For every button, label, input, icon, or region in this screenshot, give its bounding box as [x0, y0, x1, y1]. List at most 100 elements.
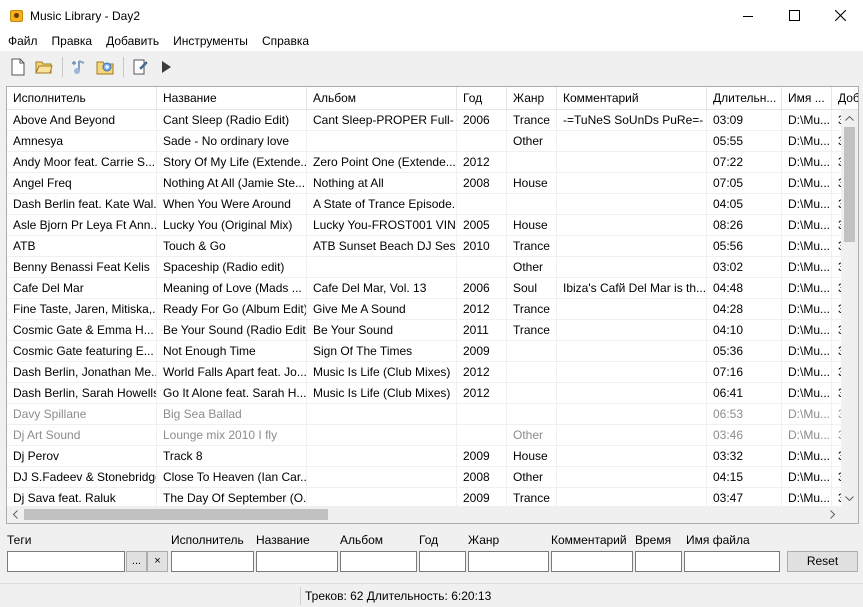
table-row[interactable]: Cafe Del Mar Meaning of Love (Mads ... Caf…	[7, 278, 858, 299]
cell-comment: Ibiza's Cafй Del Mar is th...	[557, 278, 707, 299]
table-row[interactable]: Fine Taste, Jaren, Mitiska,... Ready For …	[7, 299, 858, 320]
edit-tags-button[interactable]	[128, 55, 152, 79]
minimize-button[interactable]	[725, 0, 771, 31]
close-button[interactable]	[817, 0, 863, 31]
maximize-button[interactable]	[771, 0, 817, 31]
table-row[interactable]: Amnesya Sade - No ordinary love Other 05:55…	[7, 131, 858, 152]
menu-edit[interactable]: Правка	[45, 31, 100, 51]
cell-comment	[557, 131, 707, 152]
table-row[interactable]: ATB Touch & Go ATB Sunset Beach DJ Sess...…	[7, 236, 858, 257]
table-row[interactable]: Andy Moor feat. Carrie S... Story Of My L…	[7, 152, 858, 173]
vertical-scrollbar[interactable]	[841, 110, 858, 507]
cell-filename: D:\Mu...	[782, 341, 832, 362]
table-row[interactable]: Benny Benassi Feat Kelis Spaceship (Radio…	[7, 257, 858, 278]
col-added[interactable]: Доб	[832, 87, 858, 110]
table-row[interactable]: DJ S.Fadeev & Stonebridge Close To Heaven…	[7, 467, 858, 488]
cell-artist: Fine Taste, Jaren, Mitiska,...	[7, 299, 157, 320]
cell-title: Track 8	[157, 446, 307, 467]
cell-duration: 03:46	[707, 425, 782, 446]
cell-genre: Trance	[507, 299, 557, 320]
table-row[interactable]: Davy Spillane Big Sea Ballad 06:53 D:\Mu...…	[7, 404, 858, 425]
cell-title: World Falls Apart feat. Jo...	[157, 362, 307, 383]
col-duration[interactable]: Длительн...	[707, 87, 782, 110]
table-row[interactable]: Above And Beyond Cant Sleep (Radio Edit) C…	[7, 110, 858, 131]
title-filter-input[interactable]	[256, 551, 338, 572]
cell-comment	[557, 320, 707, 341]
cell-genre: Trance	[507, 320, 557, 341]
cell-filename: D:\Mu...	[782, 278, 832, 299]
comment-filter-input[interactable]	[551, 551, 633, 572]
cell-title: Story Of My Life (Extende...	[157, 152, 307, 173]
table-row[interactable]: Dash Berlin, Jonathan Me... World Falls A…	[7, 362, 858, 383]
vertical-scroll-thumb[interactable]	[844, 127, 855, 242]
grid-header: Исполнитель Название Альбом Год Жанр Ком…	[7, 87, 858, 110]
cell-year: 2009	[457, 341, 507, 362]
tags-input[interactable]	[7, 551, 125, 572]
cell-genre: Other	[507, 425, 557, 446]
cell-year: 2012	[457, 152, 507, 173]
window-title: Music Library - Day2	[30, 8, 141, 23]
title-filter-label: Название	[256, 533, 310, 547]
col-comment[interactable]: Комментарий	[557, 87, 707, 110]
play-button[interactable]	[154, 55, 178, 79]
open-folder-icon	[35, 61, 53, 73]
col-artist[interactable]: Исполнитель	[7, 87, 157, 110]
col-title[interactable]: Название	[157, 87, 307, 110]
col-album[interactable]: Альбом	[307, 87, 457, 110]
add-folder-button[interactable]	[93, 55, 117, 79]
cell-genre: Trance	[507, 236, 557, 257]
menu-help[interactable]: Справка	[255, 31, 316, 51]
cell-genre: House	[507, 446, 557, 467]
cell-album: A State of Trance Episode...	[307, 194, 457, 215]
album-filter-input[interactable]	[340, 551, 417, 572]
table-row[interactable]: Dj Art Sound Lounge mix 2010 I fly Other 03…	[7, 425, 858, 446]
new-file-icon	[11, 58, 25, 75]
cell-genre	[507, 194, 557, 215]
music-note-icon	[9, 9, 23, 23]
cell-year: 2008	[457, 467, 507, 488]
add-track-button[interactable]	[67, 55, 91, 79]
tags-browse-button[interactable]: ...	[126, 551, 147, 572]
artist-filter-input[interactable]	[171, 551, 254, 572]
scroll-up-arrow-icon[interactable]	[841, 110, 858, 127]
cell-album: Zero Point One (Extende...	[307, 152, 457, 173]
cell-genre: Trance	[507, 110, 557, 131]
col-genre[interactable]: Жанр	[507, 87, 557, 110]
scroll-left-arrow-icon[interactable]	[7, 506, 24, 523]
reset-button[interactable]: Reset	[787, 551, 858, 572]
cell-artist: Above And Beyond	[7, 110, 157, 131]
menu-file[interactable]: Файл	[0, 31, 45, 51]
tags-clear-button[interactable]: ×	[147, 551, 168, 572]
table-row[interactable]: Cosmic Gate featuring E... Not Enough Tim…	[7, 341, 858, 362]
table-row[interactable]: Dash Berlin, Sarah Howells Go It Alone fe…	[7, 383, 858, 404]
table-row[interactable]: Asle Bjorn Pr Leya Ft Ann... Lucky You (O…	[7, 215, 858, 236]
cell-duration: 07:16	[707, 362, 782, 383]
time-filter-input[interactable]	[635, 551, 682, 572]
filename-filter-input[interactable]	[684, 551, 780, 572]
table-row[interactable]: Dash Berlin feat. Kate Wal... When You We…	[7, 194, 858, 215]
track-grid[interactable]: Исполнитель Название Альбом Год Жанр Ком…	[6, 86, 859, 524]
horizontal-scrollbar[interactable]	[7, 506, 858, 523]
scroll-right-arrow-icon[interactable]	[824, 506, 841, 523]
new-button[interactable]	[6, 55, 30, 79]
cell-artist: Andy Moor feat. Carrie S...	[7, 152, 157, 173]
cell-year: 2006	[457, 278, 507, 299]
table-row[interactable]: Angel Freq Nothing At All (Jamie Ste... No…	[7, 173, 858, 194]
menu-bar: Файл Правка Добавить Инструменты Справка	[0, 31, 863, 51]
cell-genre	[507, 362, 557, 383]
menu-add[interactable]: Добавить	[99, 31, 166, 51]
cell-filename: D:\Mu...	[782, 320, 832, 341]
genre-filter-input[interactable]	[468, 551, 549, 572]
year-filter-input[interactable]	[419, 551, 466, 572]
cell-filename: D:\Mu...	[782, 215, 832, 236]
menu-tools[interactable]: Инструменты	[166, 31, 255, 51]
open-button[interactable]	[32, 55, 56, 79]
scroll-down-arrow-icon[interactable]	[841, 490, 858, 507]
col-year[interactable]: Год	[457, 87, 507, 110]
horizontal-scroll-thumb[interactable]	[24, 509, 328, 520]
genre-filter-label: Жанр	[468, 533, 500, 547]
cell-year	[457, 404, 507, 425]
table-row[interactable]: Dj PerovTrack 82009House03:32D:\Mu...3:	[7, 446, 858, 467]
col-filename[interactable]: Имя ...	[782, 87, 832, 110]
table-row[interactable]: Cosmic Gate & Emma H... Be Your Sound (Ra…	[7, 320, 858, 341]
